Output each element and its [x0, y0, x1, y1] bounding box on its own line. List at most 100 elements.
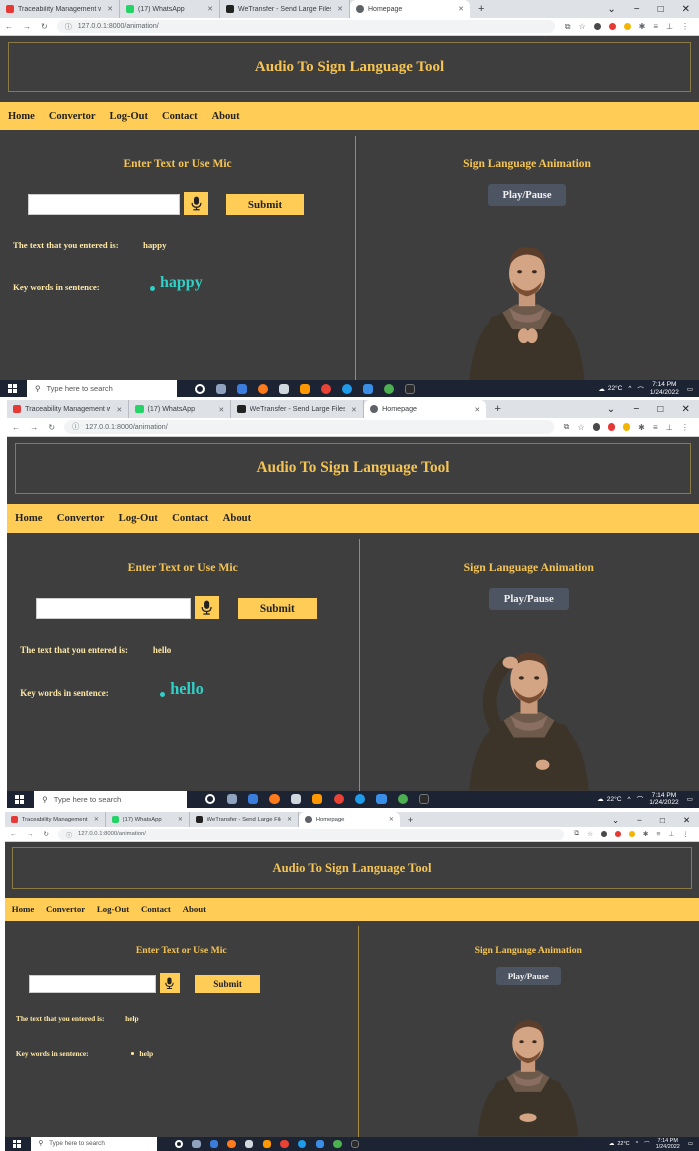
close-tab-icon[interactable]: ✕	[218, 405, 224, 414]
nav-about[interactable]: About	[212, 111, 240, 122]
close-tab-icon[interactable]: ✕	[207, 5, 213, 13]
chrome-icon[interactable]	[333, 794, 344, 805]
browser-tab-active[interactable]: Homepage ✕	[298, 812, 400, 828]
network-icon[interactable]: ⌒	[644, 1140, 649, 1148]
nav-contact[interactable]: Contact	[162, 111, 198, 122]
nav-logout[interactable]: Log-Out	[119, 512, 158, 524]
notifications-icon[interactable]: ▭	[688, 1141, 693, 1147]
reading-list-icon[interactable]: ≡	[653, 423, 658, 432]
play-pause-button[interactable]: Play/Pause	[488, 184, 567, 206]
nav-home[interactable]: Home	[15, 512, 42, 524]
share-icon[interactable]: ⧉	[565, 22, 571, 32]
browser-tab[interactable]: (17) WhatsApp ✕	[120, 0, 220, 18]
forward-arrow-icon[interactable]: →	[25, 423, 43, 432]
star-icon[interactable]: ☆	[578, 22, 585, 31]
firefox-icon[interactable]	[269, 794, 280, 805]
chevron-down-icon[interactable]: ⌄	[603, 815, 628, 825]
weather-text[interactable]: 22°C	[608, 385, 623, 392]
profile-icon[interactable]: ⊥	[668, 830, 674, 838]
extension-icon[interactable]	[607, 423, 615, 431]
close-tab-icon[interactable]: ✕	[107, 5, 113, 13]
taskbar-search[interactable]: ⚲ Type here to search	[27, 380, 177, 397]
share-icon[interactable]: ⧉	[564, 422, 570, 432]
calculator-icon[interactable]	[290, 794, 301, 805]
maximize-button[interactable]: □	[651, 815, 674, 825]
minimize-button[interactable]: −	[628, 815, 651, 825]
reload-icon[interactable]: ↻	[38, 830, 54, 838]
search-app-icon[interactable]	[262, 1139, 272, 1149]
info-icon[interactable]: ⓘ	[72, 422, 79, 432]
task-view-icon[interactable]	[216, 383, 226, 394]
weather-icon[interactable]: ☁	[609, 1141, 614, 1147]
reading-list-icon[interactable]: ≡	[657, 831, 661, 838]
search-app-icon[interactable]	[312, 794, 323, 805]
play-pause-button[interactable]: Play/Pause	[488, 587, 569, 611]
close-window-button[interactable]: ✕	[672, 404, 699, 415]
search-app-icon[interactable]	[300, 383, 310, 394]
cortana-icon[interactable]	[174, 1139, 183, 1149]
terminal-icon[interactable]	[419, 794, 430, 805]
star-icon[interactable]: ☆	[577, 422, 584, 432]
extension-icon[interactable]	[623, 23, 631, 30]
browser-tab-active[interactable]: Homepage ✕	[350, 0, 470, 18]
weather-icon[interactable]: ☁	[598, 385, 605, 393]
maximize-button[interactable]: □	[648, 404, 672, 415]
app-icon[interactable]	[384, 383, 394, 394]
firefox-icon[interactable]	[258, 383, 268, 394]
mic-button[interactable]	[159, 973, 180, 993]
weather-text[interactable]: 22°C	[607, 796, 622, 803]
close-window-button[interactable]: ✕	[674, 815, 699, 825]
calculator-icon[interactable]	[245, 1139, 254, 1149]
nav-convertor[interactable]: Convertor	[46, 904, 85, 914]
extension-icon[interactable]	[628, 831, 635, 838]
extension-icon[interactable]	[623, 423, 631, 431]
back-arrow-icon[interactable]: ←	[0, 22, 18, 31]
nav-logout[interactable]: Log-Out	[109, 111, 148, 122]
windows-start-icon[interactable]	[15, 794, 25, 804]
puzzle-icon[interactable]: ✱	[638, 422, 645, 432]
nav-contact[interactable]: Contact	[141, 904, 171, 914]
nav-convertor[interactable]: Convertor	[49, 111, 96, 122]
star-icon[interactable]: ☆	[587, 830, 593, 838]
url-field[interactable]: ⓘ 127.0.0.1:8000/animation/	[58, 828, 565, 840]
text-input[interactable]	[35, 597, 191, 620]
submit-button[interactable]: Submit	[237, 597, 318, 620]
notifications-icon[interactable]: ▭	[687, 795, 693, 803]
network-icon[interactable]: ⌒	[637, 384, 644, 394]
forward-arrow-icon[interactable]: →	[22, 831, 39, 838]
mic-button[interactable]	[184, 192, 208, 215]
play-pause-button[interactable]: Play/Pause	[495, 966, 562, 986]
browser-tab[interactable]: (17) WhatsApp ✕	[106, 812, 190, 828]
puzzle-icon[interactable]: ✱	[643, 830, 649, 838]
close-tab-icon[interactable]: ✕	[337, 5, 343, 13]
chevron-down-icon[interactable]: ⌄	[598, 404, 625, 415]
reload-icon[interactable]: ↻	[36, 22, 53, 31]
edge-icon[interactable]	[342, 383, 352, 394]
close-window-button[interactable]: ✕	[673, 4, 699, 15]
close-tab-icon[interactable]: ✕	[389, 817, 394, 823]
clock[interactable]: 7:14 PM 1/24/2022	[650, 381, 679, 396]
url-field[interactable]: ⓘ 127.0.0.1:8000/animation/	[64, 420, 554, 434]
app-icon[interactable]	[315, 1139, 324, 1149]
terminal-icon[interactable]	[350, 1139, 360, 1149]
weather-text[interactable]: 22°C	[617, 1141, 629, 1147]
menu-icon[interactable]: ⋮	[681, 422, 689, 432]
menu-icon[interactable]: ⋮	[682, 830, 689, 838]
close-tab-icon[interactable]: ✕	[178, 817, 183, 823]
profile-icon[interactable]: ⊥	[666, 422, 673, 432]
maximize-button[interactable]: □	[649, 4, 673, 15]
url-field[interactable]: ⓘ 127.0.0.1:8000/animation/	[56, 20, 555, 33]
extension-icon[interactable]	[608, 23, 616, 30]
file-explorer-icon[interactable]	[247, 794, 259, 805]
text-input[interactable]	[28, 194, 180, 215]
extension-icon[interactable]	[592, 423, 600, 431]
taskbar-search[interactable]: ⚲ Type here to search	[34, 790, 188, 808]
nav-home[interactable]: Home	[8, 111, 35, 122]
minimize-button[interactable]: −	[624, 404, 648, 415]
submit-button[interactable]: Submit	[194, 974, 261, 993]
taskbar-search[interactable]: ⚲ Type here to search	[30, 1136, 157, 1151]
edge-icon[interactable]	[355, 794, 366, 805]
text-input[interactable]	[28, 974, 157, 993]
browser-tab[interactable]: Traceability Management with In ✕	[5, 812, 106, 828]
browser-tab[interactable]: (17) WhatsApp ✕	[129, 400, 232, 419]
